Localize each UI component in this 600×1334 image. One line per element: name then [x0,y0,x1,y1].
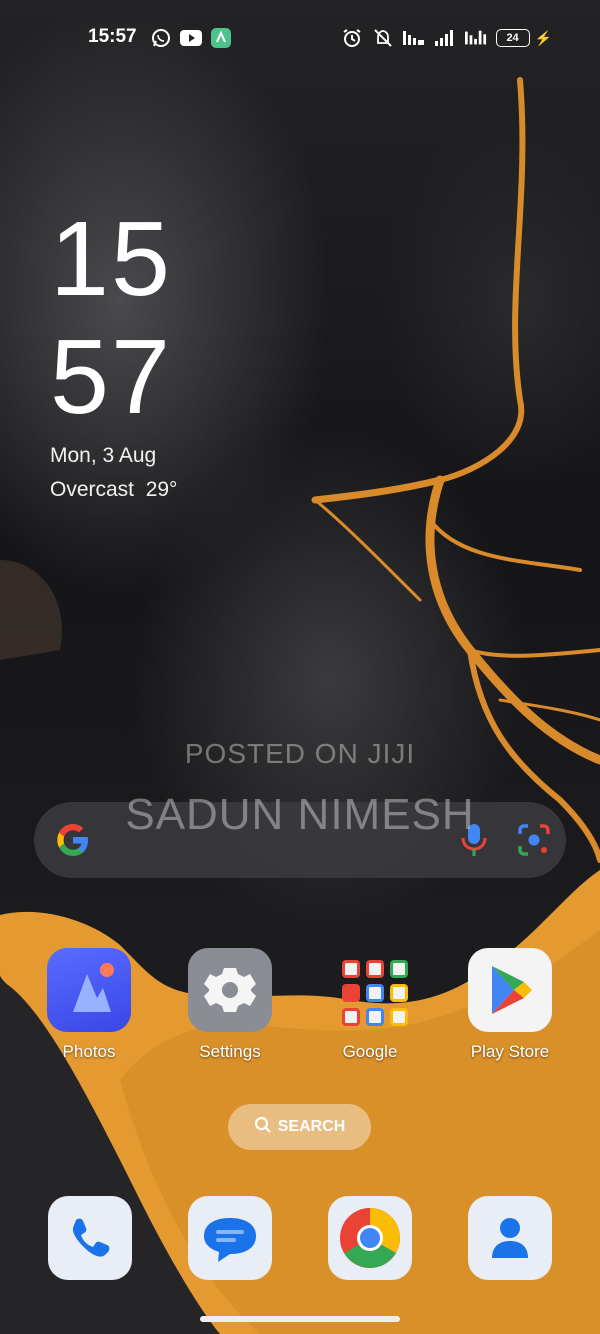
whatsapp-icon [150,28,172,48]
status-bar: 15:57 24 ⚡ [0,22,600,54]
app-search-button[interactable]: SEARCH [228,1104,371,1150]
dock-phone[interactable] [48,1196,132,1280]
home-indicator[interactable] [200,1316,400,1322]
app-label-google: Google [342,1042,398,1061]
search-icon [254,1116,272,1139]
weather-condition: Overcast [50,478,135,501]
watermark-name: SADUN NIMESH [125,790,475,839]
app-photos[interactable]: Photos [34,948,144,1062]
dock-chrome[interactable] [328,1196,412,1280]
app-settings[interactable]: Settings [175,948,285,1062]
battery-indicator: 24 [495,29,530,47]
alarm-icon [341,28,363,48]
wifi-signal-icon [464,28,487,48]
volte-signal-icon [402,28,425,48]
app-google-folder[interactable]: Google [315,948,425,1062]
app-play-store[interactable]: Play Store [455,948,565,1062]
play-store-icon [468,948,552,1032]
watermark-posted: POSTED ON JIJI [184,738,416,769]
do-not-disturb-icon [372,28,394,48]
chrome-icon [328,1208,412,1284]
app-notification-icon [210,28,232,48]
clock-minute: 57 [50,318,172,436]
app-search-label: SEARCH [277,1118,346,1135]
clock-widget[interactable]: 15 57 Mon, 3 Aug Overcast 29° [50,200,177,502]
app-label-play-store: Play Store [470,1042,550,1061]
app-label-photos: Photos [62,1042,116,1061]
photos-icon [47,948,131,1032]
phone-icon [48,1218,132,1284]
messages-icon [188,1218,272,1284]
contacts-icon [468,1218,552,1284]
dock-contacts[interactable] [468,1196,552,1280]
charging-icon: ⚡ [534,29,552,46]
youtube-icon [180,28,202,48]
status-time: 15:57 [88,26,137,47]
app-label-settings: Settings [199,1042,261,1061]
weather-temperature: 29° [145,478,178,501]
signal-bars-icon [434,28,456,48]
clock-hour: 15 [50,200,172,318]
clock-date: Mon, 3 Aug [50,444,157,467]
weather-info: Overcast 29° [50,478,177,502]
dock-messages[interactable] [188,1196,272,1280]
google-folder-icon [328,948,412,1032]
gear-icon [188,948,272,1032]
